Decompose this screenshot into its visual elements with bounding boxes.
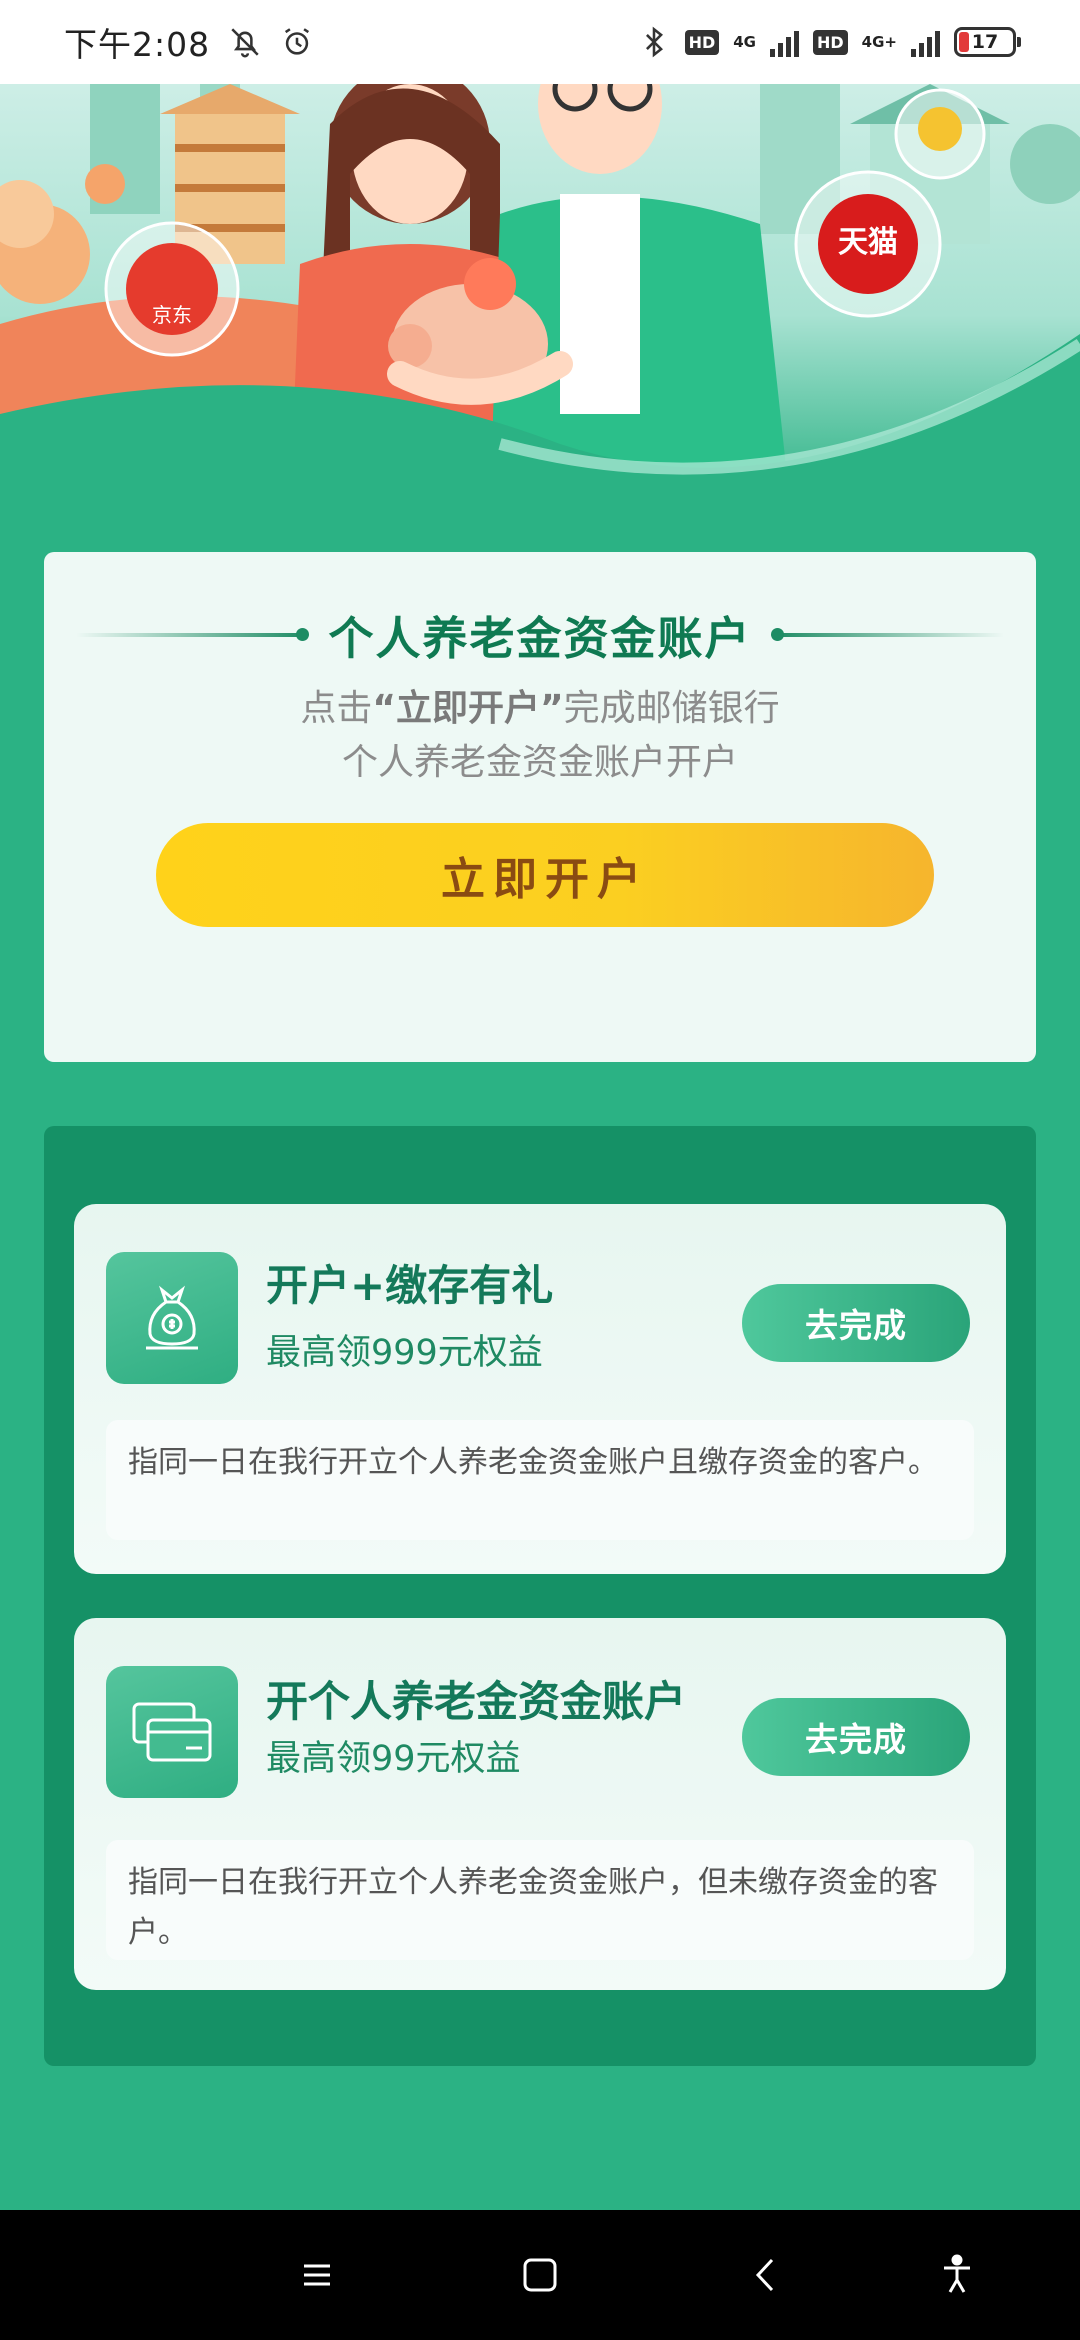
tmall-badge-label: 天猫: [838, 225, 898, 260]
go-complete-button[interactable]: 去完成: [742, 1698, 970, 1776]
banner-illustration: 京东 天猫: [0, 84, 1080, 504]
system-nav-bar: [0, 2210, 1080, 2340]
status-bar: 下午2:08 HD 4G HD 4G+ 17: [0, 0, 1080, 84]
task-note: 指同一日在我行开立个人养老金资金账户且缴存资金的客户。: [106, 1420, 974, 1540]
status-left: 下午2:08: [64, 18, 314, 66]
task-title: 开户+缴存有礼: [266, 1261, 554, 1310]
task-title: 开个人养老金资金账户: [266, 1677, 687, 1726]
task-reward: 最高领999元权益: [266, 1333, 543, 1373]
status-right: HD 4G HD 4G+ 17: [637, 25, 1021, 59]
task-note: 指同一日在我行开立个人养老金资金账户，但未缴存资金的客户。: [106, 1840, 974, 1960]
alarm-icon: [285, 28, 310, 55]
cards-icon: [106, 1666, 238, 1798]
desc-line1-suffix: 完成邮储银行: [563, 688, 780, 729]
go-complete-button[interactable]: 去完成: [742, 1284, 970, 1362]
battery-icon: 17: [954, 27, 1021, 57]
desc-prefix: 点击: [300, 688, 373, 729]
battery-level: 17: [971, 31, 999, 53]
network-type-2: 4G+: [861, 33, 897, 51]
desc-line-2: 个人养老金资金账户开户: [341, 742, 738, 783]
card-description: 点击“立即开户”完成邮储银行 个人养老金资金账户开户: [44, 682, 1036, 790]
task-reward: 最高领99元权益: [266, 1739, 521, 1779]
desc-highlight: “立即开户”: [372, 688, 564, 729]
task-card-deposit: 开户+缴存有礼 最高领999元权益 去完成 指同一日在我行开立个人养老金资金账户…: [74, 1204, 1006, 1574]
back-icon[interactable]: [742, 2250, 792, 2300]
desc-line-1: 点击“立即开户”完成邮储银行: [44, 682, 1036, 736]
title-divider-left: [76, 627, 310, 641]
promo-banner: 京东 天猫: [0, 84, 1080, 504]
card-title-row: 个人养老金资金账户: [44, 602, 1036, 667]
open-account-button[interactable]: 立即开户: [156, 823, 934, 927]
jd-badge-label: 京东: [152, 303, 192, 327]
hd-badge-2: HD: [813, 29, 848, 55]
home-icon[interactable]: [515, 2250, 565, 2300]
pension-account-card: 个人养老金资金账户 点击“立即开户”完成邮储银行 个人养老金资金账户开户 立即开…: [44, 552, 1036, 1062]
bell-off-icon: [231, 28, 259, 58]
tasks-panel: 开户+缴存有礼 最高领999元权益 去完成 指同一日在我行开立个人养老金资金账户…: [44, 1126, 1036, 2066]
money-bag-icon: [106, 1252, 238, 1384]
status-time: 下午2:08: [64, 25, 211, 64]
title-divider-right: [770, 627, 1004, 641]
network-type: 4G: [733, 33, 756, 51]
signal-icon-2: [911, 27, 940, 57]
hd-badge: HD: [684, 29, 720, 55]
accessibility-icon[interactable]: [932, 2250, 982, 2300]
signal-icon: [770, 27, 799, 57]
bluetooth-icon: [645, 26, 663, 58]
task-card-open-account: 开个人养老金资金账户 最高领99元权益 去完成 指同一日在我行开立个人养老金资金…: [74, 1618, 1006, 1990]
card-title: 个人养老金资金账户: [328, 612, 752, 665]
menu-icon[interactable]: [292, 2250, 342, 2300]
